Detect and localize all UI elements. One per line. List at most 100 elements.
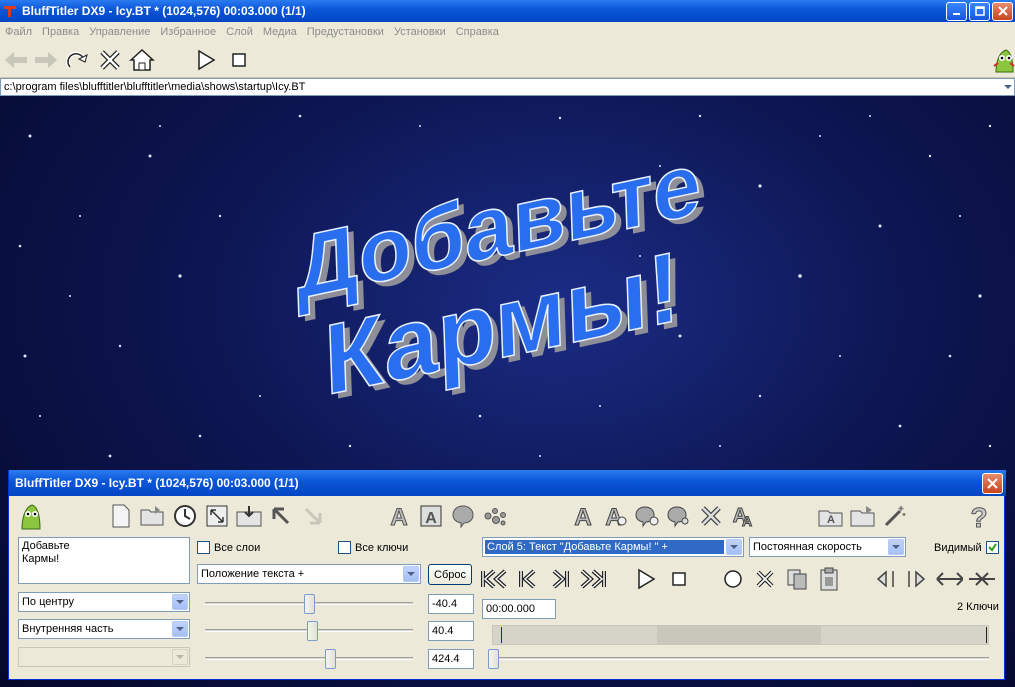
checkbox-box[interactable]	[197, 541, 210, 554]
slider-thumb[interactable]	[304, 594, 315, 614]
all-keys-checkbox[interactable]: Все ключи	[338, 541, 408, 554]
path-dropdown-icon[interactable]	[1002, 79, 1014, 95]
keyframe-timeline[interactable]	[492, 625, 989, 645]
next-key-icon[interactable]	[546, 565, 574, 593]
property-select[interactable]: Положение текста +	[197, 564, 421, 584]
svg-text:A: A	[827, 514, 835, 526]
menu-control[interactable]: Управление	[84, 26, 155, 38]
first-frame-icon[interactable]	[480, 565, 508, 593]
menu-presets[interactable]: Предустановки	[302, 26, 389, 38]
minimize-button[interactable]	[946, 1, 967, 21]
layer-text-input[interactable]: Добавьте Кармы!	[18, 537, 190, 584]
reset-button[interactable]: Сброс	[428, 564, 472, 585]
chevron-down-icon[interactable]	[403, 566, 419, 582]
key-expand-icon[interactable]	[935, 565, 963, 593]
chevron-down-icon[interactable]	[726, 539, 742, 555]
help-icon[interactable]: ?	[965, 502, 993, 530]
chevron-down-icon[interactable]	[172, 594, 188, 610]
all-layers-checkbox[interactable]: Все слои	[197, 541, 260, 554]
magic-wand-icon[interactable]	[881, 502, 909, 530]
key-move-right-icon[interactable]	[903, 565, 931, 593]
value-slider-1[interactable]	[205, 594, 413, 614]
play-icon[interactable]	[632, 565, 660, 593]
panel-close-button[interactable]	[982, 472, 1003, 494]
layer-text-line1: Добавьте	[22, 540, 70, 552]
back-arrow-icon[interactable]	[2, 46, 30, 74]
time-slider-thumb[interactable]	[488, 649, 499, 669]
delete-layer-icon[interactable]	[697, 502, 725, 530]
slider-thumb[interactable]	[325, 649, 336, 669]
align-select[interactable]: По центру	[18, 592, 190, 612]
menu-edit[interactable]: Правка	[37, 26, 84, 38]
key-move-left-icon[interactable]	[871, 565, 899, 593]
home-icon[interactable]	[128, 46, 156, 74]
close-button[interactable]	[992, 1, 1013, 21]
preview-title-text: Добавьте Добавьте Кармы! Кармы!	[294, 132, 709, 421]
path-bar[interactable]: c:\program files\blufftitler\blufftitler…	[0, 78, 1015, 96]
visible-checkbox[interactable]: Видимый	[934, 541, 1003, 554]
maximize-button[interactable]	[969, 1, 990, 21]
menu-media[interactable]: Медиа	[258, 26, 302, 38]
particles-icon[interactable]	[481, 502, 509, 530]
text-add-icon[interactable]: A	[601, 502, 629, 530]
text-a-icon[interactable]: A	[385, 502, 413, 530]
import-icon[interactable]	[235, 502, 263, 530]
duplicate-layer-icon[interactable]: AA	[729, 502, 757, 530]
balloon-add-icon[interactable]	[633, 502, 661, 530]
play-icon[interactable]	[192, 46, 220, 74]
text-box-icon[interactable]: A	[417, 502, 445, 530]
part-select[interactable]: Внутренняя часть	[18, 619, 190, 639]
value-input-2[interactable]: 40.4	[428, 621, 474, 641]
record-key-icon[interactable]	[719, 565, 747, 593]
mascot-icon[interactable]	[17, 502, 45, 530]
delete-key-icon[interactable]	[751, 565, 779, 593]
value-input-3[interactable]: 424.4	[428, 649, 474, 669]
new-file-icon[interactable]	[107, 502, 135, 530]
value-slider-2[interactable]	[205, 621, 413, 641]
menu-settings[interactable]: Установки	[389, 26, 451, 38]
slider-thumb[interactable]	[307, 621, 318, 641]
clock-icon[interactable]	[171, 502, 199, 530]
close-x-icon[interactable]	[96, 46, 124, 74]
svg-text:?: ?	[970, 502, 987, 530]
balloon-icon[interactable]	[449, 502, 477, 530]
open-show-icon[interactable]: A	[817, 502, 845, 530]
last-frame-icon[interactable]	[579, 565, 607, 593]
arrow-down-right-icon	[299, 502, 327, 530]
stop-icon[interactable]	[225, 46, 253, 74]
menu-help[interactable]: Справка	[451, 26, 504, 38]
menu-favorites[interactable]: Избранное	[155, 26, 221, 38]
text-effect-a-icon[interactable]: A	[569, 502, 597, 530]
particles-add-icon[interactable]	[665, 502, 693, 530]
open-folder-icon[interactable]	[139, 502, 167, 530]
layer-select[interactable]: Слой 5: Текст "Добавьте Кармы! " +	[482, 537, 744, 557]
key-shrink-icon[interactable]	[967, 565, 995, 593]
save-show-icon[interactable]	[849, 502, 877, 530]
forward-arrow-icon[interactable]	[32, 46, 60, 74]
arrow-up-left-icon[interactable]	[267, 502, 295, 530]
chevron-down-icon	[172, 649, 188, 665]
checkbox-box-checked[interactable]	[985, 541, 999, 554]
svg-text:A: A	[742, 513, 752, 528]
value-slider-3[interactable]	[205, 649, 413, 669]
value-input-1[interactable]: -40.4	[428, 594, 474, 614]
copy-key-icon[interactable]	[783, 565, 811, 593]
mascot-icon[interactable]	[990, 46, 1015, 74]
redo-icon[interactable]	[64, 46, 92, 74]
speed-select[interactable]: Постоянная скорость	[749, 537, 906, 557]
time-input[interactable]: 00:00.000	[482, 599, 556, 619]
paste-key-icon[interactable]	[815, 565, 843, 593]
stop-icon[interactable]	[665, 565, 693, 593]
chevron-down-icon[interactable]	[172, 621, 188, 637]
time-slider[interactable]	[488, 649, 989, 669]
panel-title: BluffTitler DX9 - Icy.BT * (1024,576) 00…	[15, 476, 299, 490]
layer-text-line2: Кармы!	[22, 553, 60, 565]
resize-icon[interactable]	[203, 502, 231, 530]
checkbox-box[interactable]	[338, 541, 351, 554]
chevron-down-icon[interactable]	[888, 539, 904, 555]
menu-layer[interactable]: Слой	[221, 26, 258, 38]
window-titlebar: BluffTitler DX9 - Icy.BT * (1024,576) 00…	[0, 0, 1015, 22]
menu-file[interactable]: Файл	[0, 26, 37, 38]
visible-label: Видимый	[934, 541, 982, 554]
previous-key-icon[interactable]	[514, 565, 542, 593]
